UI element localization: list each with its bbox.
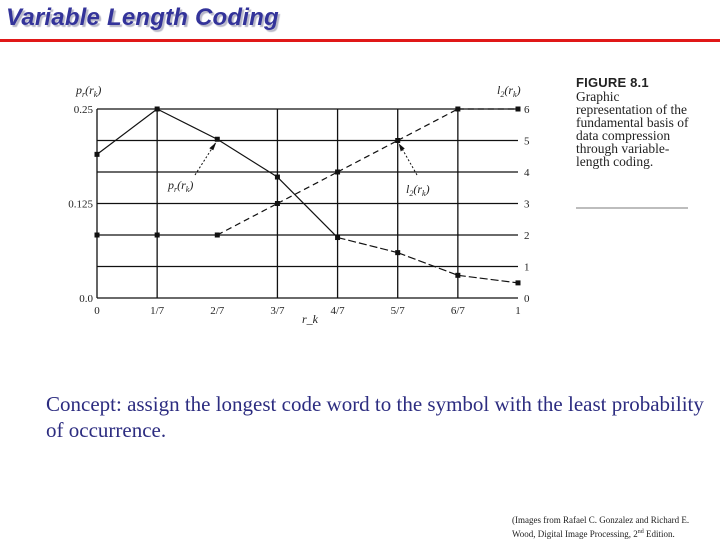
axis-labels: 0 1/7 2/7 3/7 4/7 5/7 6/7 10.00.1250.250123456p…	[68, 83, 530, 326]
series-lines	[94, 106, 521, 286]
series-segment-pr	[337, 236, 398, 254]
l2-data-point	[455, 106, 461, 112]
l2-data-point	[395, 138, 401, 143]
x-tick-label: 3/7	[270, 305, 285, 317]
l2-data-point	[515, 106, 521, 112]
x-tick-label: 6/7	[451, 305, 466, 317]
grid-lines	[96, 108, 518, 299]
l2-data-point	[94, 232, 100, 238]
left-axis-title: pr(rk)	[75, 83, 101, 99]
concept-text: Concept: assign the longest code word to…	[46, 392, 704, 442]
l2-data-point	[214, 232, 220, 238]
x-tick-label: 4/7	[331, 305, 346, 317]
series-segment-pr	[156, 108, 218, 140]
credit-line2-end: Edition.	[643, 529, 675, 539]
pr-data-point	[214, 136, 220, 142]
pr-annotation-label: pr(rk)	[167, 178, 193, 194]
figure-caption: FIGURE 8.1 Graphic representation of the…	[576, 76, 696, 168]
pr-data-point	[154, 106, 160, 112]
left-tick-label: 0.25	[74, 104, 94, 116]
right-tick-label: 0	[524, 293, 530, 305]
right-tick-label: 3	[524, 199, 530, 211]
x-axis-title: r_k	[302, 312, 319, 326]
credit-line2: Wood, Digital Image Processing, 2	[512, 529, 638, 539]
figure-label: FIGURE 8.1	[576, 75, 649, 90]
left-tick-label: 0.0	[79, 293, 93, 305]
figure-caption-text: Graphic representation of the fundamenta…	[576, 89, 689, 169]
series-segment-pr	[397, 252, 459, 276]
series-segment-l2	[217, 202, 278, 236]
x-tick-label: 5/7	[391, 305, 406, 317]
series-segment-pr	[277, 176, 338, 238]
left-tick-label: 0.125	[68, 199, 93, 211]
l2-annotation-label: l2(rk)	[406, 182, 430, 198]
pr-data-point	[455, 272, 461, 278]
pr-data-point	[94, 151, 100, 157]
credit-line1: (Images from Rafael C. Gonzalez and Rich…	[512, 515, 690, 525]
series-segment-pr	[457, 274, 519, 284]
right-tick-label: 1	[524, 262, 530, 274]
x-tick-label: 2/7	[210, 305, 225, 317]
series-segment-l2	[337, 139, 398, 173]
right-tick-label: 5	[524, 136, 530, 148]
series-segment-pr	[96, 108, 158, 155]
l2-data-point	[154, 232, 160, 238]
right-tick-label: 4	[524, 167, 530, 179]
l2-data-point	[335, 169, 341, 175]
image-credit: (Images from Rafael C. Gonzalez and Rich…	[512, 514, 717, 540]
right-axis-title: l2(rk)	[497, 83, 521, 99]
pr-data-point	[515, 280, 521, 286]
l2-arrowhead	[398, 143, 405, 152]
pr-data-point	[274, 174, 280, 180]
pr-data-point	[335, 235, 341, 241]
right-tick-label: 6	[524, 104, 530, 116]
l2-data-point	[274, 201, 280, 206]
caption-rule	[576, 207, 688, 209]
x-tick-label: 1	[515, 305, 521, 317]
x-tick-label: 0	[94, 305, 100, 317]
series-segment-l2	[397, 108, 459, 142]
right-tick-label: 2	[524, 230, 530, 242]
pr-data-point	[395, 250, 401, 256]
x-tick-label: 1/7	[150, 305, 165, 317]
series-segment-l2	[277, 171, 338, 205]
pr-arrowhead	[209, 142, 217, 151]
